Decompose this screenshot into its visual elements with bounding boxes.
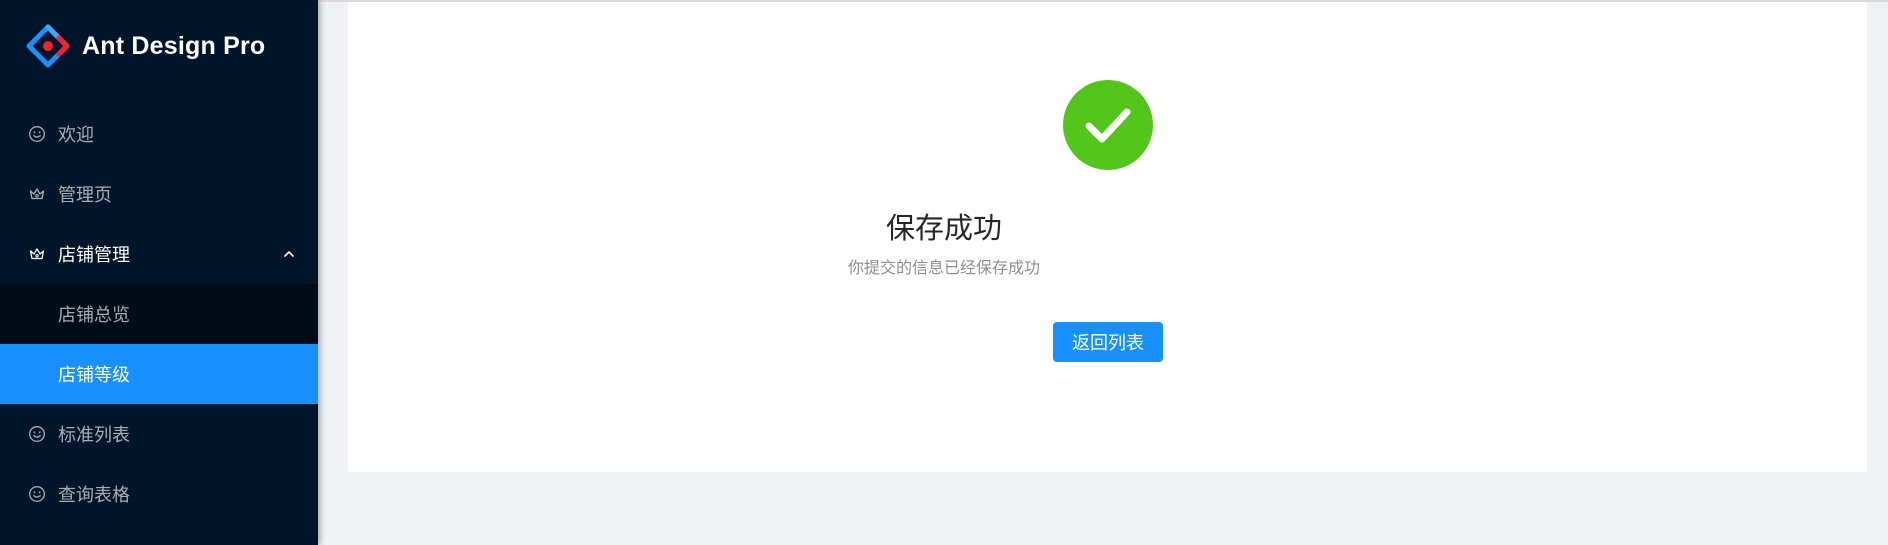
sidebar-item-shop-management[interactable]: 店铺管理 [0,224,318,284]
smile-icon [28,425,46,443]
app-title: Ant Design Pro [82,31,266,60]
sidebar-item-welcome[interactable]: 欢迎 [0,104,318,164]
sidebar-item-label: 标准列表 [58,425,130,446]
smile-icon [28,485,46,503]
check-circle-icon [1063,80,1153,170]
crown-icon [28,245,46,263]
sidebar-item-label: 店铺管理 [58,245,130,266]
shop-management-submenu: 店铺总览 店铺等级 [0,284,318,404]
sidebar-item-label: 店铺等级 [58,365,130,386]
sidebar: Ant Design Pro 欢迎 管理页 店铺管理 店铺总览 店铺等级 标准列… [0,0,318,545]
sidebar-item-label: 店铺总览 [58,305,130,326]
logo[interactable]: Ant Design Pro [0,0,318,92]
sidebar-item-label: 查询表格 [58,485,130,506]
smile-icon [28,125,46,143]
sidebar-item-shop-level[interactable]: 店铺等级 [0,344,318,404]
sidebar-item-label: 欢迎 [58,125,94,146]
sidebar-item-admin[interactable]: 管理页 [0,164,318,224]
sidebar-item-standard-list[interactable]: 标准列表 [0,404,318,464]
back-to-list-button[interactable]: 返回列表 [1053,322,1163,362]
crown-icon [28,185,46,203]
sidebar-item-query-table[interactable]: 查询表格 [0,464,318,524]
sidebar-item-shop-overview[interactable]: 店铺总览 [0,284,318,344]
sidebar-menu: 欢迎 管理页 店铺管理 店铺总览 店铺等级 标准列表 查询表格 [0,104,318,524]
sidebar-item-label: 管理页 [58,185,112,206]
chevron-up-icon [284,251,294,257]
ant-design-logo-icon [26,24,70,68]
